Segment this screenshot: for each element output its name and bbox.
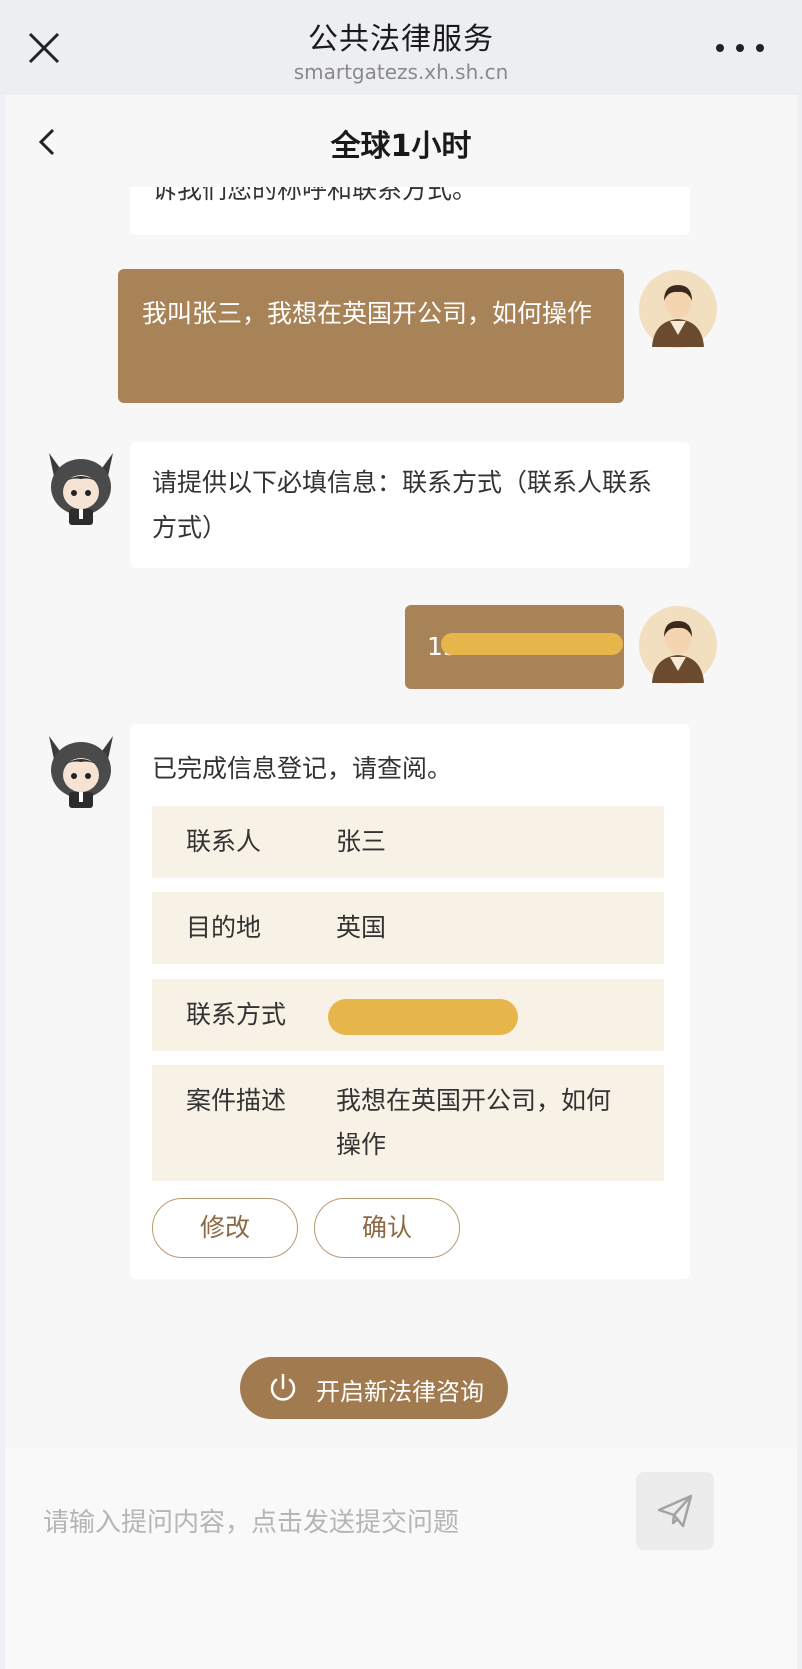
new-consultation-label: 开启新法律咨询	[316, 1378, 484, 1406]
user-message: 我叫张三，我想在英国开公司，如何操作	[118, 269, 624, 403]
bot-message-text: 请提供以下必填信息：联系方式（联系人联系方式）	[152, 468, 653, 542]
bot-message-text: 诉我们您的称呼和联系方式。	[152, 187, 478, 204]
info-row-destination: 目的地 英国	[152, 892, 664, 964]
bot-avatar-icon	[49, 736, 113, 808]
info-row-phone: 联系方式	[152, 979, 664, 1051]
browser-url: smartgatezs.xh.sh.cn	[293, 60, 509, 84]
redaction-mark	[441, 633, 623, 655]
user-message-phone: 15	[405, 605, 624, 689]
input-bar: 请输入提问内容，点击发送提交问题	[0, 1448, 802, 1669]
redaction-mark	[328, 999, 518, 1035]
chat-area[interactable]: 诉我们您的称呼和联系方式。 我叫张三，我想在英国开公司，如何操作 请提供以下必填…	[5, 187, 797, 1547]
power-icon	[270, 1373, 296, 1401]
new-consultation-button[interactable]: 开启新法律咨询	[240, 1357, 508, 1419]
info-value: 我想在英国开公司，如何操作	[336, 1086, 612, 1159]
bot-message: 请提供以下必填信息：联系方式（联系人联系方式）	[130, 442, 690, 568]
info-row-description: 案件描述 我想在英国开公司，如何操作	[152, 1065, 664, 1181]
app-nav-bar: 全球1小时	[5, 95, 797, 187]
confirm-button[interactable]: 确认	[314, 1198, 460, 1258]
user-avatar-icon	[639, 270, 717, 348]
input-placeholder: 请输入提问内容，点击发送提交问题	[43, 1508, 460, 1538]
info-row-contact: 联系人 张三	[152, 806, 664, 878]
bot-info-card: 已完成信息登记，请查阅。 联系人 张三 目的地 英国 联系方式 案件描述 我想在…	[130, 724, 690, 1279]
browser-top-bar: 公共法律服务 smartgatezs.xh.sh.cn	[0, 0, 802, 95]
bot-message-text: 已完成信息登记，请查阅。	[152, 754, 453, 783]
send-icon	[657, 1494, 693, 1528]
more-dots-icon[interactable]	[712, 38, 768, 58]
info-value: 张三	[336, 827, 387, 856]
bot-message-partial: 诉我们您的称呼和联系方式。	[130, 187, 690, 235]
info-key: 案件描述	[186, 1086, 287, 1115]
info-value: 英国	[336, 913, 387, 942]
send-button[interactable]	[636, 1472, 714, 1550]
page-title: 全球1小时	[330, 129, 472, 164]
user-message-text: 我叫张三，我想在英国开公司，如何操作	[142, 299, 593, 328]
bot-avatar-icon	[49, 453, 113, 525]
info-key: 联系方式	[186, 1000, 287, 1029]
edit-button[interactable]: 修改	[152, 1198, 298, 1258]
user-avatar-icon	[639, 606, 717, 684]
info-key: 目的地	[186, 913, 262, 942]
browser-title: 公共法律服务	[308, 22, 494, 57]
info-key: 联系人	[186, 827, 262, 856]
